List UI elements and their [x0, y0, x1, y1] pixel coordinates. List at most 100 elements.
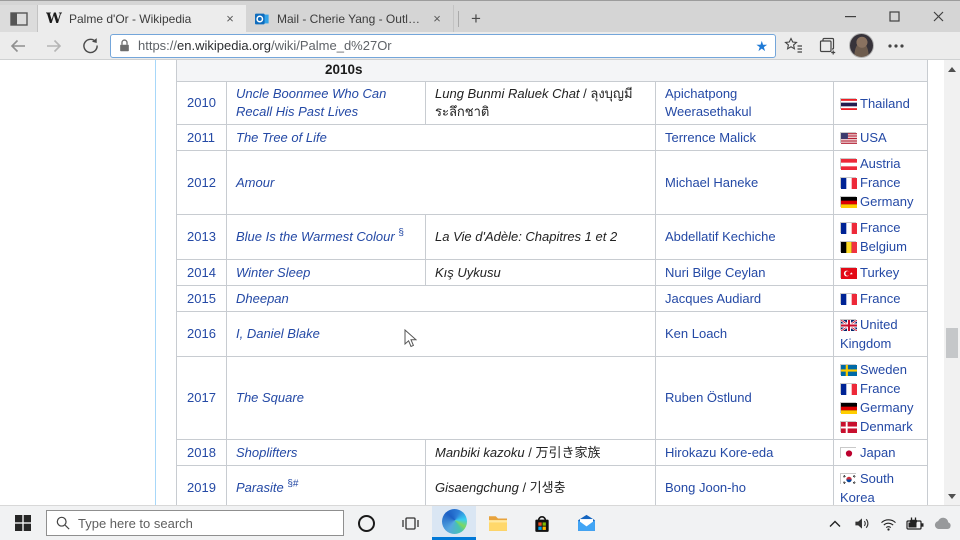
film-title-link[interactable]: Shoplifters: [236, 445, 297, 460]
director-link[interactable]: Michael Haneke: [665, 175, 758, 190]
outlook-favicon-icon: [254, 11, 270, 27]
tray-onedrive-button[interactable]: [929, 507, 956, 540]
film-title-link[interactable]: Parasite: [236, 480, 284, 495]
film-title-link[interactable]: I, Daniel Blake: [236, 326, 320, 341]
year-cell: 2014: [177, 260, 227, 286]
minimize-button[interactable]: [828, 1, 872, 31]
director-cell: Ken Loach: [656, 312, 834, 357]
tray-network-button[interactable]: [875, 507, 902, 540]
tray-battery-button[interactable]: [902, 507, 929, 540]
film-title-link[interactable]: The Tree of Life: [236, 130, 327, 145]
favorites-hub-button[interactable]: [776, 32, 810, 60]
refresh-button[interactable]: [72, 32, 108, 60]
director-link[interactable]: Terrence Malick: [665, 130, 756, 145]
year-link[interactable]: 2010: [187, 95, 216, 110]
film-title-cell: The Tree of Life: [227, 125, 656, 151]
film-title-link[interactable]: Winter Sleep: [236, 265, 310, 280]
year-link[interactable]: 2012: [187, 175, 216, 190]
address-bar[interactable]: https://en.wikipedia.org/wiki/Palme_d%27…: [110, 34, 776, 58]
country-link[interactable]: France: [860, 175, 900, 190]
film-title-link[interactable]: Amour: [236, 175, 274, 190]
country-link[interactable]: Belgium: [860, 239, 907, 254]
year-cell: 2010: [177, 82, 227, 125]
taskbar-edge-button[interactable]: [432, 506, 476, 540]
director-link[interactable]: Abdellatif Kechiche: [665, 229, 776, 244]
director-link[interactable]: Ken Loach: [665, 326, 727, 341]
taskbar-search[interactable]: [46, 510, 344, 536]
taskbar-store-button[interactable]: [520, 506, 564, 540]
profile-avatar[interactable]: [849, 33, 874, 58]
year-link[interactable]: 2017: [187, 390, 216, 405]
director-link[interactable]: Apichatpong Weerasethakul: [665, 86, 751, 119]
lock-icon: [118, 38, 131, 53]
tab-outlook[interactable]: Mail - Cherie Yang - Outlook ×: [246, 5, 454, 32]
table-row: 2016I, Daniel BlakeKen LoachUnited Kingd…: [177, 312, 928, 357]
film-title-link[interactable]: The Square: [236, 390, 304, 405]
director-link[interactable]: Nuri Bilge Ceylan: [665, 265, 765, 280]
task-view-button[interactable]: [388, 506, 432, 540]
year-link[interactable]: 2018: [187, 445, 216, 460]
taskbar-mail-button[interactable]: [564, 506, 608, 540]
speaker-icon: [853, 516, 870, 531]
country-link[interactable]: Denmark: [860, 419, 913, 434]
footnote-marker[interactable]: §: [398, 228, 404, 239]
director-link[interactable]: Hirokazu Kore-eda: [665, 445, 773, 460]
start-button[interactable]: [0, 506, 46, 540]
vertical-scrollbar[interactable]: [944, 60, 960, 505]
tab-close-icon[interactable]: ×: [222, 11, 238, 26]
set-aside-tabs-button[interactable]: [0, 5, 38, 32]
favorite-star-icon[interactable]: ★: [755, 39, 768, 53]
microsoft-store-icon: [532, 514, 552, 533]
country-link[interactable]: Thailand: [860, 96, 910, 111]
system-tray: [821, 506, 956, 540]
year-link[interactable]: 2019: [187, 480, 216, 495]
forward-button[interactable]: [36, 32, 72, 60]
year-link[interactable]: 2016: [187, 326, 216, 341]
country-link[interactable]: Turkey: [860, 265, 899, 280]
film-title-link[interactable]: Dheepan: [236, 291, 289, 306]
table-row: 2012 Amour Michael Haneke Austria France Germ…: [177, 151, 928, 215]
winners-table-body: 2010 Uncle Boonmee Who Can Recall His Pas…: [177, 82, 928, 506]
year-cell: 2011: [177, 125, 227, 151]
tray-chevron-button[interactable]: [821, 507, 848, 540]
film-title-link[interactable]: Blue Is the Warmest Colour: [236, 229, 395, 244]
director-cell: Abdellatif Kechiche: [656, 215, 834, 260]
director-link[interactable]: Bong Joon-ho: [665, 480, 746, 495]
wifi-icon: [880, 517, 897, 531]
tray-volume-button[interactable]: [848, 507, 875, 540]
footnote-marker[interactable]: §#: [287, 479, 298, 490]
country-link[interactable]: Germany: [860, 194, 913, 209]
cortana-button[interactable]: [344, 506, 388, 540]
search-input[interactable]: [78, 516, 308, 531]
scroll-up-button[interactable]: [944, 62, 960, 76]
tab-close-icon[interactable]: ×: [429, 11, 445, 26]
taskbar-file-explorer-button[interactable]: [476, 506, 520, 540]
scrollbar-thumb[interactable]: [946, 328, 958, 358]
country-link[interactable]: Austria: [860, 156, 900, 171]
maximize-button[interactable]: [872, 1, 916, 31]
director-link[interactable]: Jacques Audiard: [665, 291, 761, 306]
close-window-button[interactable]: [916, 1, 960, 31]
year-link[interactable]: 2013: [187, 229, 216, 244]
tab-wikipedia[interactable]: W Palme d'Or - Wikipedia ×: [38, 5, 246, 32]
year-link[interactable]: 2015: [187, 291, 216, 306]
back-button[interactable]: [0, 32, 36, 60]
country-link[interactable]: USA: [860, 130, 887, 145]
country-link[interactable]: Japan: [860, 445, 895, 460]
settings-more-button[interactable]: [879, 32, 913, 60]
country-link[interactable]: Sweden: [860, 362, 907, 377]
new-tab-button[interactable]: +: [463, 5, 489, 32]
director-link[interactable]: Ruben Östlund: [665, 390, 752, 405]
country-link[interactable]: Germany: [860, 400, 913, 415]
year-link[interactable]: 2011: [187, 130, 215, 145]
country-link[interactable]: France: [860, 220, 900, 235]
country-link[interactable]: France: [860, 381, 900, 396]
country-link[interactable]: France: [860, 291, 900, 306]
url-text[interactable]: https://en.wikipedia.org/wiki/Palme_d%27…: [138, 38, 755, 53]
scroll-down-button[interactable]: [944, 489, 960, 503]
director-cell: Jacques Audiard: [656, 286, 834, 312]
year-link[interactable]: 2014: [187, 265, 216, 280]
film-title-link[interactable]: Uncle Boonmee Who Can Recall His Past Li…: [236, 86, 386, 119]
country-line: Denmark: [840, 417, 921, 436]
collections-button[interactable]: [810, 32, 844, 60]
